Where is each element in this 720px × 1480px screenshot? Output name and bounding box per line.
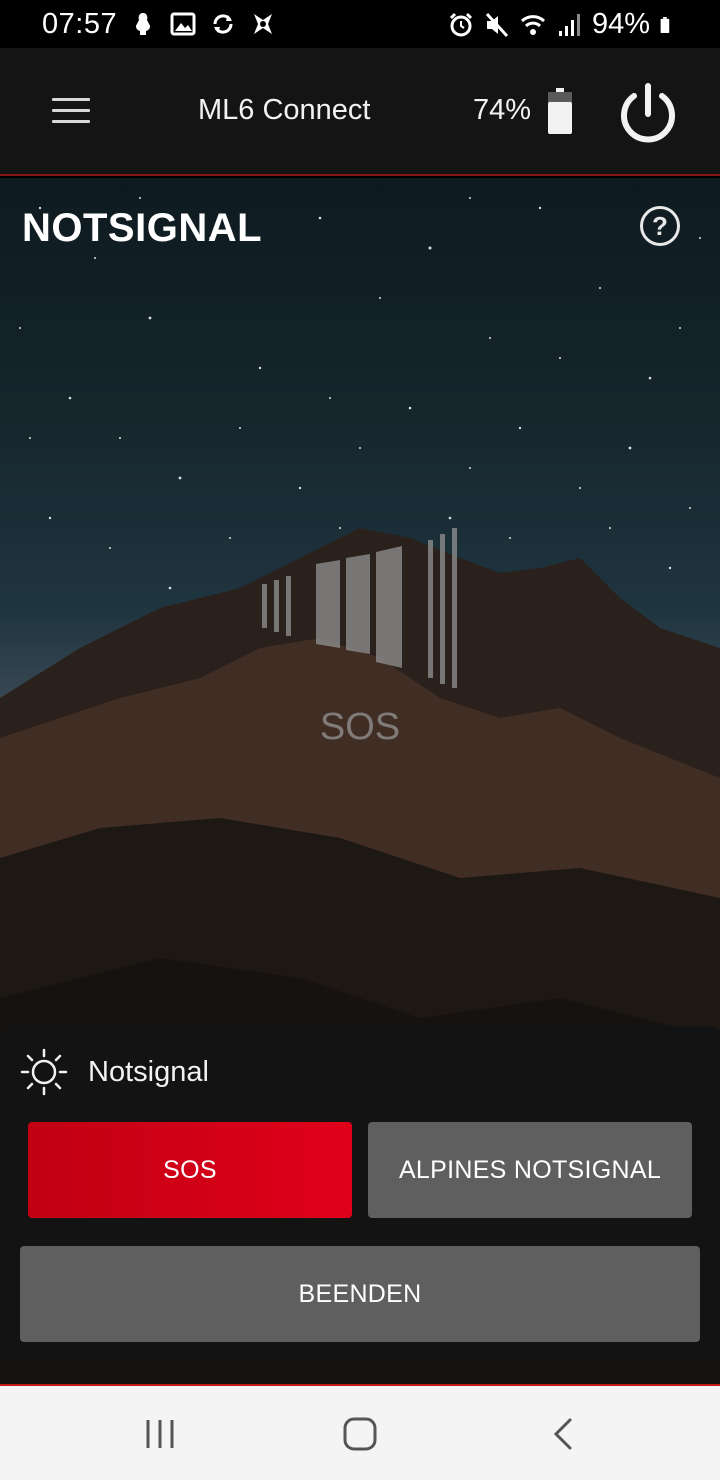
panel-header: Notsignal [20, 1048, 209, 1096]
sos-caption: SOS [319, 706, 401, 748]
status-battery-percent: 94% [591, 8, 650, 40]
page-title: NOTSIGNAL [22, 206, 263, 250]
status-bar: 07:57 94% [0, 0, 720, 48]
alpine-signal-button[interactable]: ALPINES NOTSIGNAL [368, 1122, 692, 1218]
app-header: ML6 Connect 74% [0, 48, 720, 176]
notification-icon [136, 13, 150, 35]
sun-icon [20, 1048, 68, 1096]
back-icon[interactable] [544, 1414, 584, 1454]
mute-icon [485, 12, 509, 37]
sync-icon [213, 14, 233, 34]
status-left-icons [130, 10, 276, 38]
recents-icon[interactable] [140, 1414, 180, 1454]
status-right: 94% [448, 8, 676, 41]
signal-panel: Notsignal SOS ALPINES NOTSIGNAL BEENDEN [0, 1026, 720, 1362]
panel-title: Notsignal [88, 1055, 209, 1088]
sos-button[interactable]: SOS [28, 1122, 352, 1218]
status-time: 07:57 [42, 8, 118, 40]
image-icon [170, 12, 196, 36]
battery-icon [660, 16, 670, 33]
menu-icon[interactable] [52, 98, 90, 126]
signal-icon [558, 13, 580, 36]
alarm-icon [449, 12, 473, 36]
device-battery-percent: 74% [473, 94, 532, 126]
system-nav-bar [0, 1384, 720, 1480]
app-icon [254, 14, 272, 34]
app-title: ML6 Connect [198, 94, 371, 126]
home-icon[interactable] [340, 1414, 380, 1454]
sos-signal-icon [262, 528, 457, 688]
wifi-icon [520, 14, 545, 35]
power-icon[interactable] [616, 82, 680, 146]
help-icon[interactable]: ? [640, 206, 680, 246]
end-button[interactable]: BEENDEN [20, 1246, 700, 1342]
device-battery-icon [548, 88, 572, 134]
